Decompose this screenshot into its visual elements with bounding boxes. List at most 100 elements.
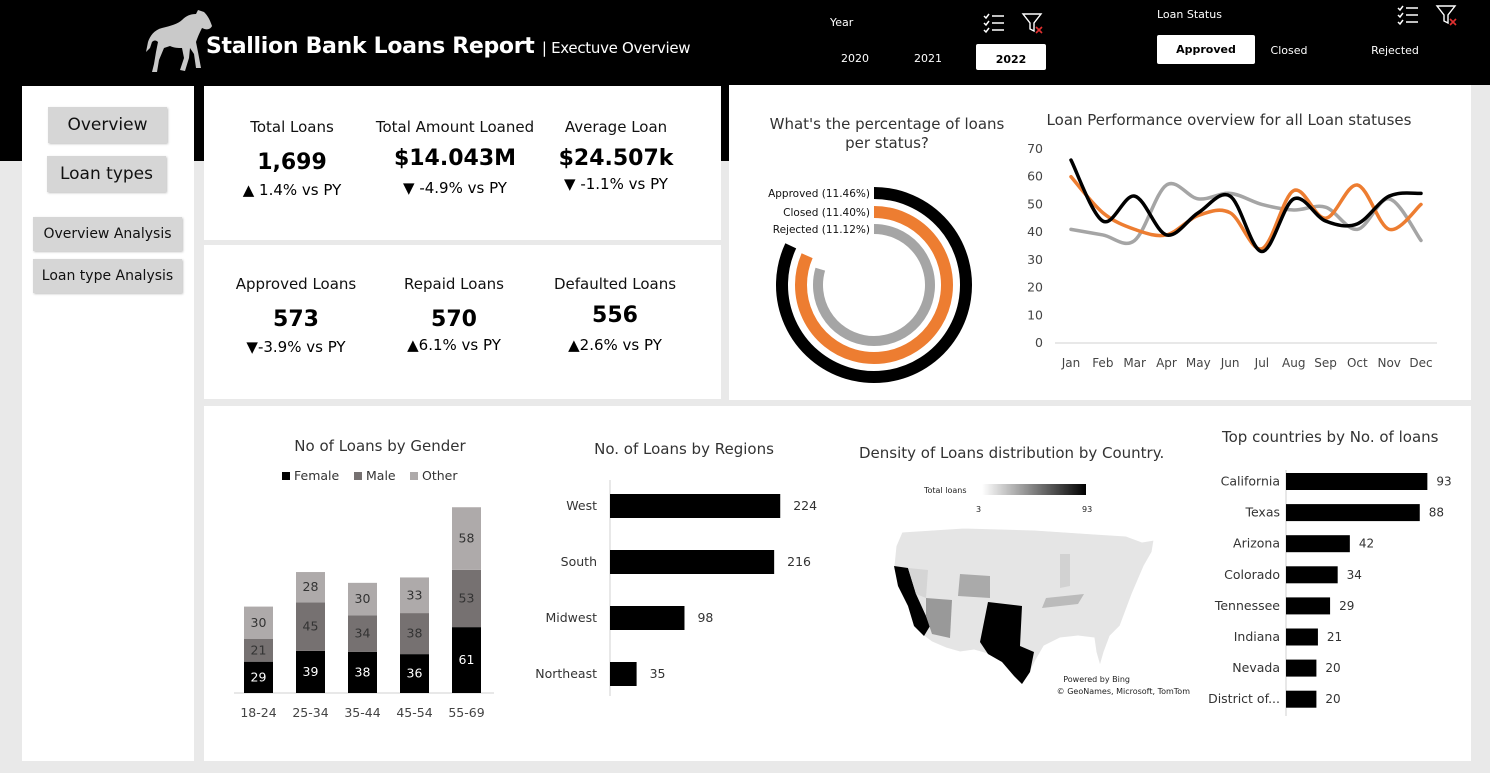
y-tick-label: 70 — [1027, 141, 1043, 156]
region-label: West — [566, 498, 597, 513]
region-bar[interactable] — [610, 662, 637, 686]
status-approved-button[interactable]: Approved — [1157, 35, 1255, 64]
status-slicer-label: Loan Status — [1157, 8, 1222, 21]
kpi-approved-loans: Approved Loans 573 ▼-3.9% vs PY — [216, 275, 376, 356]
year-2022-button[interactable]: 2022 — [976, 44, 1046, 70]
kpi-value: $14.043M — [393, 146, 517, 171]
kpi-value: 573 — [273, 307, 319, 332]
country-bar[interactable] — [1286, 690, 1317, 708]
country-bar[interactable] — [1286, 659, 1317, 677]
loan-type-analysis-button[interactable]: Loan type Analysis — [33, 259, 182, 293]
map-chart-title: Density of Loans distribution by Country… — [859, 444, 1165, 462]
bar-data-label: 21 — [1327, 630, 1342, 644]
y-tick-label: 30 — [1027, 252, 1043, 267]
kpi-label: Total Loans — [250, 118, 334, 136]
x-tick-label: Dec — [1409, 356, 1432, 370]
y-tick-label: 60 — [1027, 169, 1043, 184]
map-credit-bing: Powered by Bing — [1063, 675, 1130, 684]
region-bar[interactable] — [610, 606, 685, 630]
map-credit-sources: © GeoNames, Microsoft, TomTom — [1057, 687, 1191, 696]
radial-bar-approved[interactable] — [776, 187, 972, 383]
x-tick-label: 55-69 — [448, 705, 484, 720]
country-label: Indiana — [1234, 629, 1280, 644]
gender-stacked-bar-chart: Female Male Other 29 21 30 18-24 39 45 28 25-34 38 3… — [234, 468, 494, 720]
legend-label-male: Male — [366, 468, 396, 483]
country-label: Nevada — [1232, 660, 1280, 675]
horse-logo-icon — [146, 10, 212, 72]
bar-data-label: 29 — [1339, 599, 1354, 613]
bar-data-label: 34 — [355, 626, 371, 641]
kpi-value: $24.507k — [558, 146, 674, 171]
line-series-approved[interactable] — [1069, 158, 1423, 254]
bar-data-label: 53 — [459, 591, 475, 606]
status-rejected-button[interactable]: Rejected — [1360, 38, 1430, 62]
bar-data-label: 36 — [407, 666, 423, 681]
country-bar[interactable] — [1286, 504, 1420, 522]
kpi-card-top: Total Loans 1,699 ▲ 1.4% vs PY Total Amo… — [204, 86, 721, 240]
radial-bar-label: Approved (11.46%) — [768, 188, 870, 200]
x-tick-label: Nov — [1377, 356, 1400, 370]
kpi-label: Average Loan — [564, 118, 668, 136]
clear-filter-icon[interactable] — [1021, 11, 1045, 35]
line-chart-title: Loan Performance overview for all Loan s… — [1046, 111, 1412, 129]
country-bar[interactable] — [1286, 628, 1318, 646]
legend-swatch-other — [410, 472, 418, 480]
bar-data-label: 45 — [303, 619, 319, 634]
status-closed-button[interactable]: Closed — [1262, 38, 1316, 62]
country-label: Colorado — [1224, 567, 1280, 582]
gender-chart-title: No of Loans by Gender — [294, 437, 466, 455]
region-bar[interactable] — [610, 494, 781, 518]
bar-data-label: 39 — [303, 664, 319, 679]
country-label: Texas — [1244, 505, 1280, 520]
kpi-delta: ▲6.1% vs PY — [407, 336, 501, 354]
map-legend-title: Total loans — [923, 486, 966, 495]
bar-data-label: 61 — [459, 652, 475, 667]
bar-data-label: 33 — [407, 587, 423, 602]
kpi-value: 570 — [431, 307, 477, 332]
bar-data-label: 93 — [1436, 475, 1451, 489]
bar-data-label: 30 — [355, 591, 371, 606]
x-tick-label: Oct — [1347, 356, 1368, 370]
region-label: Midwest — [545, 610, 597, 625]
country-bar[interactable] — [1286, 535, 1350, 553]
year-2021-button[interactable]: 2021 — [903, 46, 953, 70]
country-bar[interactable] — [1286, 597, 1331, 615]
status-clear-filter-icon[interactable] — [1435, 3, 1459, 27]
regions-chart-title: No. of Loans by Regions — [594, 440, 774, 458]
bar-data-label: 98 — [697, 610, 713, 625]
overview-analysis-button[interactable]: Overview Analysis — [33, 217, 182, 251]
kpi-label: Repaid Loans — [404, 275, 504, 293]
radial-chart-title: What's the percentage of loans per statu… — [769, 115, 1005, 152]
region-label: South — [561, 554, 597, 569]
x-tick-label: Feb — [1092, 356, 1113, 370]
y-tick-label: 10 — [1027, 307, 1043, 322]
distribution-card: No of Loans by Gender Female Male Other 29 2… — [204, 406, 1471, 761]
report-title: Stallion Bank Loans Report | Exectuve Ov… — [206, 34, 691, 59]
overview-button[interactable]: Overview — [48, 107, 167, 143]
region-bar[interactable] — [610, 550, 775, 574]
year-2020-button[interactable]: 2020 — [830, 46, 880, 70]
map-legend-min: 3 — [976, 505, 981, 514]
country-bar[interactable] — [1286, 566, 1338, 584]
map-legend-max: 93 — [1082, 505, 1092, 514]
country-bar[interactable] — [1286, 473, 1428, 490]
indiana-region — [1060, 554, 1070, 588]
legend-swatch-female — [282, 472, 290, 480]
y-tick-label: 0 — [1035, 335, 1043, 350]
kpi-delta: ▲2.6% vs PY — [568, 336, 662, 354]
status-performance-card: What's the percentage of loans per statu… — [729, 85, 1471, 400]
legend-label-other: Other — [422, 468, 458, 483]
multi-select-icon[interactable] — [982, 11, 1006, 35]
top-countries-chart-title: Top countries by No. of loans — [1222, 428, 1439, 446]
country-label: District of... — [1208, 691, 1280, 706]
x-tick-label: 45-54 — [396, 705, 432, 720]
country-label: California — [1221, 474, 1280, 489]
report-subtitle: | Exectuve Overview — [541, 39, 691, 57]
bar-data-label: 38 — [355, 664, 371, 679]
kpi-total-amount: Total Amount Loaned $14.043M ▼ -4.9% vs … — [370, 118, 540, 197]
x-tick-label: May — [1186, 356, 1211, 370]
kpi-delta: ▲ 1.4% vs PY — [242, 181, 342, 199]
status-multi-select-icon[interactable] — [1396, 3, 1420, 27]
radial-bar-rejected[interactable] — [813, 224, 935, 346]
loan-types-button[interactable]: Loan types — [47, 156, 166, 192]
